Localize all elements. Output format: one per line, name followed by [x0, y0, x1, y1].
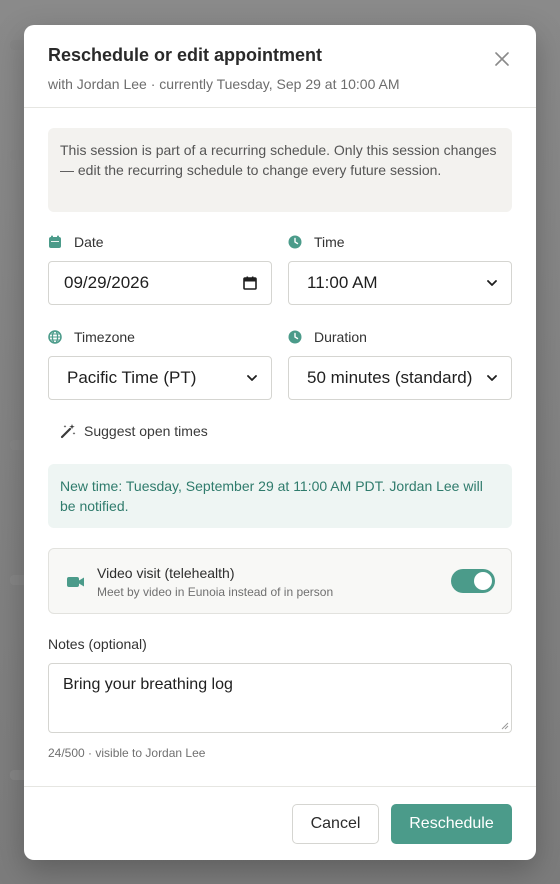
video-visit-toggle[interactable] — [451, 569, 495, 593]
new-time-notice: New time: Tuesday, September 29 at 11:00… — [48, 464, 512, 528]
timezone-field-group: Timezone Pacific Time (PT) — [48, 329, 272, 400]
dialog-footer: Cancel Reschedule — [24, 786, 536, 860]
duration-value: 50 minutes (standard) — [307, 368, 473, 387]
duration-field-group: Duration 50 minutes (standard) — [288, 329, 512, 400]
time-label: Time — [314, 234, 345, 250]
video-visit-subtitle: Meet by video in Eunoia instead of in pe… — [97, 585, 334, 599]
date-field-group: Date 09/29/2026 — [48, 234, 272, 305]
chevron-down-icon — [247, 374, 257, 381]
chevron-down-icon — [487, 374, 497, 381]
resize-handle-icon[interactable] — [501, 722, 509, 730]
timezone-value: Pacific Time (PT) — [67, 368, 197, 387]
notes-character-count: 24/500 · visible to Jordan Lee — [48, 746, 206, 760]
dialog-header: Reschedule or edit appointment with Jord… — [24, 25, 536, 108]
date-value: 09/29/2026 — [64, 273, 150, 292]
notes-textarea[interactable]: Bring your breathing log — [48, 663, 512, 733]
timezone-select[interactable]: Pacific Time (PT) — [48, 356, 272, 400]
time-field-group: Time 11:00 AM — [288, 234, 512, 305]
globe-icon — [48, 330, 62, 344]
video-visit-option: Video visit (telehealth) Meet by video i… — [48, 548, 512, 614]
duration-label: Duration — [314, 329, 367, 345]
schedule-fields: Date 09/29/2026 Time 11:00 AM Timezone P… — [48, 234, 512, 424]
video-camera-icon — [67, 575, 85, 593]
notes-value: Bring your breathing log — [63, 676, 233, 693]
notes-label: Notes (optional) — [48, 636, 147, 652]
clock-icon — [288, 235, 302, 249]
suggest-open-times-label: Suggest open times — [84, 423, 208, 439]
video-visit-title: Video visit (telehealth) — [97, 565, 235, 581]
toggle-knob — [474, 572, 492, 590]
dialog-title: Reschedule or edit appointment — [48, 45, 323, 65]
magic-wand-icon — [60, 424, 76, 439]
reschedule-dialog: Reschedule or edit appointment with Jord… — [24, 25, 536, 860]
suggest-open-times-button[interactable]: Suggest open times — [60, 418, 512, 444]
close-button[interactable] — [490, 47, 514, 71]
time-value: 11:00 AM — [307, 273, 378, 292]
calendar-icon — [48, 235, 62, 249]
date-input[interactable]: 09/29/2026 — [48, 261, 272, 305]
dialog-body: This session is part of a recurring sche… — [24, 108, 536, 760]
time-select[interactable]: 11:00 AM — [288, 261, 512, 305]
duration-select[interactable]: 50 minutes (standard) — [288, 356, 512, 400]
cancel-button[interactable]: Cancel — [292, 803, 379, 844]
recurring-info-box: This session is part of a recurring sche… — [48, 128, 512, 212]
reschedule-button[interactable]: Reschedule — [391, 803, 512, 844]
clock-icon — [288, 330, 302, 344]
calendar-picker-icon[interactable] — [243, 276, 257, 290]
dialog-subtitle: with Jordan Lee · currently Tuesday, Sep… — [48, 76, 400, 92]
timezone-label: Timezone — [74, 329, 135, 345]
date-label: Date — [74, 234, 104, 250]
close-icon — [495, 52, 509, 66]
chevron-down-icon — [487, 279, 497, 286]
